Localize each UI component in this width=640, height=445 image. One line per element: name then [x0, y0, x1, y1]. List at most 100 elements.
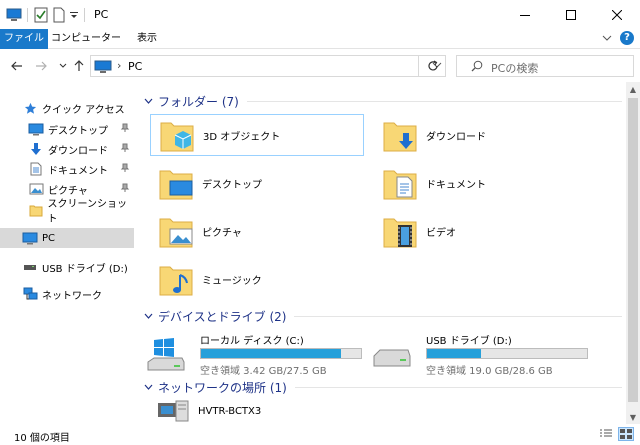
pc-icon	[94, 60, 112, 73]
document-icon	[28, 161, 44, 177]
tab-computer[interactable]: コンピューター	[50, 29, 122, 49]
back-button[interactable]	[10, 58, 24, 74]
nav-item-network[interactable]: ネットワーク	[0, 284, 134, 304]
customize-qat-dropdown-icon[interactable]	[69, 7, 79, 23]
nav-item-documents[interactable]: ドキュメント	[0, 159, 134, 179]
title-bar: PC	[0, 0, 640, 29]
desktop-icon	[28, 121, 44, 137]
network-location-hvtr[interactable]: HVTR-BCTX3	[156, 398, 261, 424]
maximize-button[interactable]	[548, 0, 594, 29]
pin-icon[interactable]	[120, 143, 130, 153]
chevron-down-icon[interactable]	[144, 97, 154, 107]
nav-item-label: USB ドライブ (D:)	[42, 263, 128, 275]
nav-item-desktop[interactable]: デスクトップ	[0, 119, 134, 139]
properties-icon[interactable]	[33, 7, 49, 23]
folder-videos[interactable]: ビデオ	[374, 210, 588, 252]
group-label: フォルダー (7)	[158, 95, 239, 109]
folder-documents[interactable]: ドキュメント	[374, 162, 588, 204]
folder-music[interactable]: ミュージック	[150, 258, 364, 300]
up-button[interactable]	[72, 58, 86, 74]
nav-item-screenshots[interactable]: スクリーンショット	[0, 199, 134, 225]
folder-desktop[interactable]: デスクトップ	[150, 162, 364, 204]
tab-view[interactable]: 表示	[124, 29, 170, 49]
item-count: 10 個の項目	[14, 433, 70, 444]
refresh-button[interactable]	[418, 55, 446, 77]
folder-downloads[interactable]: ダウンロード	[374, 114, 588, 156]
forward-button[interactable]	[34, 58, 48, 74]
expand-ribbon-icon[interactable]	[602, 33, 612, 43]
pin-icon[interactable]	[120, 163, 130, 173]
nav-item-label: ネットワーク	[42, 290, 102, 302]
drive-name: ローカル ディスク (C:)	[200, 336, 304, 347]
folder-name: ビデオ	[426, 227, 456, 239]
nav-quick-access[interactable]: クイック アクセス	[0, 98, 134, 118]
pictures-folder-icon	[156, 211, 196, 251]
folder-3d-objects[interactable]: 3D オブジェクト	[150, 114, 364, 156]
group-header-folders[interactable]: フォルダー (7)	[144, 93, 622, 110]
documents-folder-icon	[380, 163, 420, 203]
minimize-button[interactable]	[502, 0, 548, 29]
network-icon	[22, 286, 38, 302]
nav-item-label: クイック アクセス	[42, 104, 125, 116]
folder-name: ダウンロード	[426, 131, 486, 143]
usb-drive-icon	[372, 336, 412, 374]
drive-usage-fill	[427, 349, 481, 358]
media-server-icon	[158, 400, 189, 422]
nav-item-label: ダウンロード	[48, 145, 108, 157]
chevron-down-icon[interactable]	[144, 383, 154, 393]
drive-usage-bar	[426, 348, 588, 359]
drive-usb-d[interactable]: USB ドライブ (D:) 空き領域 19.0 GB/28.6 GB	[370, 332, 594, 378]
nav-item-label: PC	[42, 232, 56, 244]
close-button[interactable]	[594, 0, 640, 29]
pc-icon	[22, 230, 38, 246]
nav-item-usb-drive[interactable]: USB ドライブ (D:)	[0, 257, 134, 277]
group-header-drives[interactable]: デバイスとドライブ (2)	[144, 308, 622, 325]
nav-item-pc[interactable]: PC	[0, 228, 134, 248]
tab-file[interactable]: ファイル	[0, 29, 48, 49]
search-input[interactable]: PCの検索	[491, 60, 538, 76]
nav-item-label: ドキュメント	[48, 165, 108, 177]
tiles-view-button[interactable]	[618, 427, 634, 441]
folder-name: ミュージック	[202, 275, 262, 287]
pin-icon[interactable]	[120, 123, 130, 133]
nav-item-label: スクリーンショット	[47, 199, 127, 225]
ribbon-tabs: ファイル コンピューター 表示 ?	[0, 29, 640, 49]
pin-icon[interactable]	[120, 183, 130, 193]
group-divider	[246, 101, 622, 102]
folder-name: デスクトップ	[202, 179, 262, 191]
drive-free-space: 空き領域 19.0 GB/28.6 GB	[426, 366, 553, 377]
scroll-thumb[interactable]	[628, 98, 638, 402]
breadcrumb-chevron-icon[interactable]: ›	[117, 59, 121, 72]
nav-item-downloads[interactable]: ダウンロード	[0, 139, 134, 159]
folder-name: 3D オブジェクト	[203, 131, 281, 143]
content-pane: フォルダー (7) 3D オブジェクト ダウンロード デスクトップ ドキュメント…	[140, 82, 626, 424]
vertical-scrollbar[interactable]: ▲ ▼	[626, 82, 640, 424]
pc-window-icon[interactable]	[6, 7, 22, 23]
scroll-down-button[interactable]: ▼	[626, 410, 640, 424]
breadcrumb-pc[interactable]: PC	[128, 60, 142, 73]
address-bar[interactable]: › PC	[90, 55, 446, 77]
chevron-down-icon[interactable]	[144, 312, 154, 322]
group-header-network[interactable]: ネットワークの場所 (1)	[144, 379, 622, 396]
windows-drive-icon	[146, 336, 186, 374]
drive-usage-fill	[201, 349, 342, 358]
help-icon[interactable]: ?	[620, 31, 634, 45]
view-buttons	[598, 427, 634, 441]
search-box[interactable]: PCの検索	[456, 55, 634, 77]
usb-drive-icon	[22, 259, 38, 275]
network-location-name: HVTR-BCTX3	[198, 405, 262, 417]
group-divider	[294, 316, 622, 317]
pictures-icon	[28, 181, 44, 197]
scroll-up-button[interactable]: ▲	[626, 82, 640, 96]
details-view-button[interactable]	[598, 427, 614, 441]
folder-pictures[interactable]: ピクチャ	[150, 210, 364, 252]
recent-locations-dropdown-icon[interactable]	[56, 58, 70, 74]
music-folder-icon	[156, 259, 196, 299]
drive-name: USB ドライブ (D:)	[426, 336, 512, 347]
new-folder-icon[interactable]	[51, 7, 67, 23]
ribbon-right-controls: ?	[602, 31, 634, 45]
folder-name: ピクチャ	[202, 227, 242, 239]
drive-local-c[interactable]: ローカル ディスク (C:) 空き領域 3.42 GB/27.5 GB	[144, 332, 368, 378]
address-row: › PC PCの検索	[0, 50, 640, 82]
download-arrow-icon	[28, 141, 44, 157]
